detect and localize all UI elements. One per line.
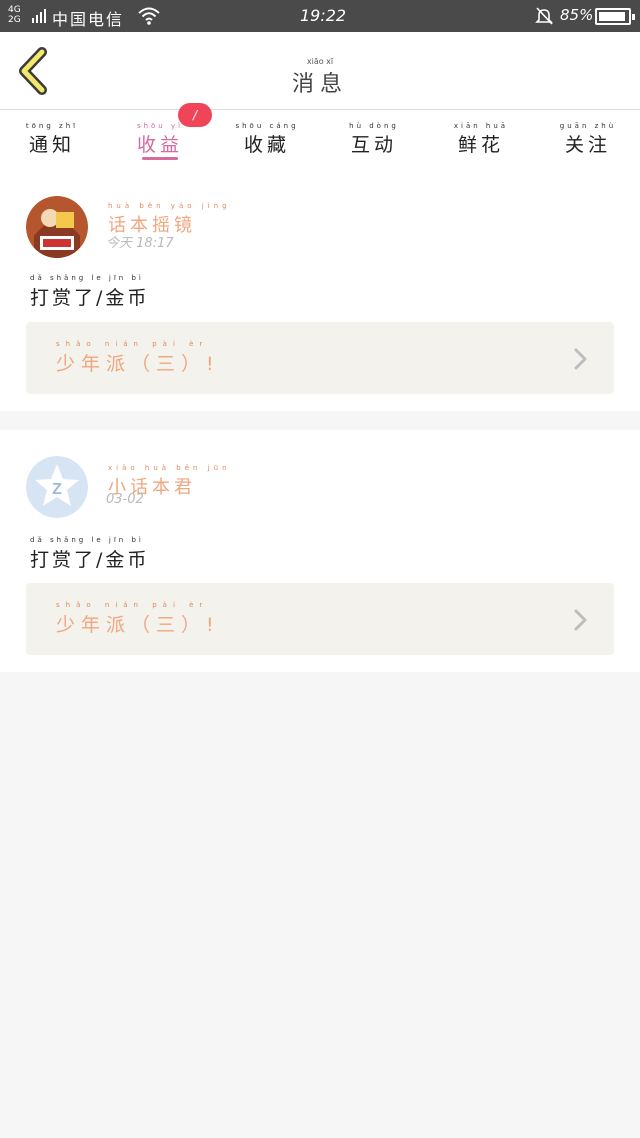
tab-favorites[interactable]: shōu cáng 收藏 [227,122,307,157]
tab-earnings[interactable]: shōu yì 收益 [120,122,200,157]
message-pinyin: dǎ shǎng le jīn bì [30,536,144,544]
message-body: 打赏了/金币 [30,549,150,571]
sender-name-pinyin: xiǎo huà běn jūn [108,464,231,472]
work-title-pinyin: shǎo nián pài èr [56,601,209,609]
chevron-right-icon [574,609,587,631]
avatar[interactable]: Z [26,456,88,518]
notification-card: Z xiǎo huà běn jūn 小话本君 03-02 dǎ shǎng l… [0,430,640,672]
page-title: xiāo xī 消息 [0,58,640,98]
tab-label: 关注 [564,134,611,156]
tab-label: 收藏 [243,134,290,156]
tab-label: 鲜花 [457,134,504,156]
tab-pinyin: tōng zhī [25,122,79,130]
signal-icon [32,9,46,23]
message-pinyin: dǎ shǎng le jīn bì [30,274,144,282]
tab-pinyin: xiān huā [453,122,509,130]
timestamp: 今天 18:17 [106,236,174,251]
message-text: dǎ shǎng le jīn bì 打赏了/金币 [30,274,149,310]
sender-name-pinyin: huà běn yáo jìng [108,202,231,210]
tab-pinyin: hù dòng [349,122,399,130]
chevron-right-icon [574,348,587,370]
tab-bar: tōng zhī 通知 shōu yì 收益 shōu cáng 收藏 hù d… [0,110,640,168]
work-title: shǎo nián pài èr 少年派（三）! [56,340,220,376]
tab-pinyin: guān zhù [559,122,617,130]
work-link[interactable]: shǎo nián pài èr 少年派（三）! [26,322,614,394]
carrier-name: 中国电信 [52,10,125,29]
timestamp: 03-02 [106,492,144,507]
page-title-pinyin: xiāo xī [306,57,334,66]
active-tab-indicator [142,157,178,160]
network-type: 4G 2G [8,5,21,25]
battery-icon [595,8,635,25]
message-text: dǎ shǎng le jīn bì 打赏了/金币 [30,536,149,572]
status-bar: 4G 2G 中国电信 19:22 85% [0,0,640,32]
battery-percent: 85% [560,6,594,24]
tab-pinyin: shōu cáng [235,122,299,130]
work-link[interactable]: shǎo nián pài èr 少年派（三）! [26,583,614,655]
notification-card: huà běn yáo jìng 话本摇镜 今天 18:17 dǎ shǎng … [0,168,640,411]
tab-notifications[interactable]: tōng zhī 通知 [12,122,92,157]
tab-badge: / [178,103,212,127]
message-body: 打赏了/金币 [30,287,150,309]
tab-flowers[interactable]: xiān huā 鲜花 [441,122,521,157]
bell-muted-icon [535,7,553,25]
work-title-pinyin: shǎo nián pài èr [56,340,209,348]
tab-label: 互动 [350,134,397,156]
wifi-icon [138,7,160,25]
tab-interactions[interactable]: hù dòng 互动 [334,122,414,157]
tab-label: 收益 [136,134,183,156]
work-title: shǎo nián pài èr 少年派（三）! [56,601,220,637]
header: xiāo xī 消息 [0,32,640,110]
avatar[interactable] [26,196,88,258]
svg-text:Z: Z [52,481,62,498]
tab-follows[interactable]: guān zhù 关注 [548,122,628,157]
work-title-text: 少年派（三）! [56,614,220,636]
tab-label: 通知 [28,134,75,156]
work-title-text: 少年派（三）! [56,353,220,375]
clock: 19:22 [300,6,347,25]
page-title-text: 消息 [291,72,348,97]
